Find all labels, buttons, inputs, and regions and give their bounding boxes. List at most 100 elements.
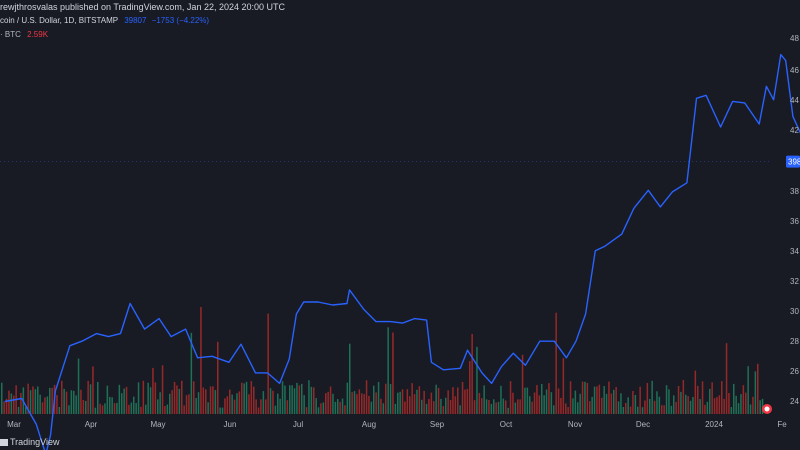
volume-bar	[29, 390, 32, 414]
volume-bar	[173, 381, 176, 414]
volume-bar	[277, 393, 279, 414]
volume-bar	[85, 400, 87, 414]
volume-bar	[649, 399, 651, 414]
volume-bar	[161, 365, 164, 414]
volume-bar	[565, 403, 567, 414]
volume-bar	[149, 387, 152, 414]
volume-bar	[579, 393, 581, 414]
x-tick-label: Nov	[568, 420, 582, 429]
volume-bar	[209, 386, 212, 414]
volume-bar	[377, 381, 380, 414]
volume-bar	[567, 407, 569, 414]
volume-bar	[1, 382, 3, 414]
volume-bar	[745, 392, 747, 414]
volume-bar	[137, 382, 140, 414]
volume-bar	[584, 381, 586, 414]
volume-bar	[725, 343, 728, 414]
volume-bar	[577, 402, 579, 414]
volume-bar	[349, 343, 351, 414]
volume-bar	[562, 358, 565, 414]
volume-bar	[255, 399, 257, 414]
volume-bar	[17, 406, 20, 414]
legend-main-series[interactable]: coin / U.S. Dollar, 1D, BITSTAMP 39807 −…	[0, 14, 400, 28]
volume-bar	[164, 406, 166, 414]
volume-bar	[13, 395, 15, 414]
volume-bar	[641, 407, 644, 414]
volume-bar	[243, 383, 245, 414]
volume-bar	[370, 401, 373, 414]
volume-bar	[718, 395, 721, 414]
volume-bar	[41, 402, 44, 414]
volume-bar	[713, 398, 716, 414]
volume-bar	[344, 405, 346, 414]
volume-bar	[303, 395, 305, 414]
y-tick-label: 34	[790, 247, 799, 256]
volume-bar	[550, 392, 553, 414]
volume-bar	[298, 385, 301, 414]
volume-bar	[236, 393, 238, 414]
volume-bar	[685, 394, 687, 414]
volume-bar	[248, 394, 250, 414]
volume-bar	[99, 403, 101, 414]
volume-bar	[250, 381, 253, 414]
price-chart[interactable]: Mar Apr May Jun Jul Aug Sep Oct Nov Dec 2024 Fe 48 4…	[0, 0, 800, 450]
volume-bar	[178, 388, 181, 414]
volume-bar	[356, 394, 358, 414]
volume-bar	[353, 391, 356, 414]
volume-bar	[675, 401, 677, 414]
volume-bars	[1, 307, 764, 414]
volume-bar	[97, 382, 99, 414]
volume-bar	[651, 380, 653, 414]
volume-bar	[231, 394, 233, 414]
volume-bar	[123, 388, 125, 414]
volume-bar	[104, 403, 106, 414]
volume-bar	[711, 382, 713, 414]
volume-bar	[327, 391, 329, 414]
volume-bar	[339, 401, 341, 414]
volume-bar	[70, 390, 73, 414]
volume-bar	[581, 381, 584, 414]
volume-bar	[207, 402, 209, 414]
volume-bar	[267, 313, 269, 414]
volume-bar	[411, 383, 413, 414]
volume-bar	[490, 403, 493, 414]
volume-bar	[416, 389, 418, 414]
volume-bar	[425, 403, 428, 414]
volume-bar	[433, 401, 435, 414]
volume-bar	[740, 394, 742, 414]
y-tick-label: 48	[790, 34, 799, 43]
volume-bar	[589, 401, 591, 414]
volume-bar	[245, 381, 248, 414]
volume-bar	[605, 393, 608, 414]
volume-bar	[481, 398, 483, 414]
brand-footer[interactable]: TradingView	[0, 434, 200, 450]
event-marker[interactable]	[762, 404, 772, 414]
volume-bar	[224, 398, 226, 414]
volume-bar	[754, 371, 757, 414]
volume-bar	[286, 400, 289, 414]
volume-bar	[320, 403, 322, 414]
volume-bar	[380, 398, 382, 414]
volume-bar	[615, 387, 617, 414]
tradingview-icon	[0, 439, 8, 446]
volume-bar	[135, 403, 137, 414]
legend-volume-label: · BTC	[0, 30, 21, 39]
volume-bar	[569, 381, 572, 414]
publish-info: rewjthrosvalas published on TradingView.…	[0, 0, 800, 14]
volume-bar	[188, 394, 190, 414]
volume-bar	[485, 399, 488, 414]
volume-bar	[332, 393, 334, 414]
volume-bar	[459, 405, 461, 414]
volume-bar	[646, 383, 649, 414]
legend[interactable]: coin / U.S. Dollar, 1D, BITSTAMP 39807 −…	[0, 14, 400, 44]
volume-bar	[195, 398, 197, 414]
volume-bar	[637, 406, 639, 414]
legend-volume[interactable]: · BTC 2.59K	[0, 28, 400, 42]
volume-bar	[457, 387, 459, 414]
volume-bar	[536, 385, 538, 414]
volume-bar	[265, 399, 267, 414]
volume-bar	[627, 397, 629, 414]
volume-bar	[301, 383, 303, 414]
volume-bar	[113, 403, 116, 414]
volume-bar	[176, 385, 178, 414]
